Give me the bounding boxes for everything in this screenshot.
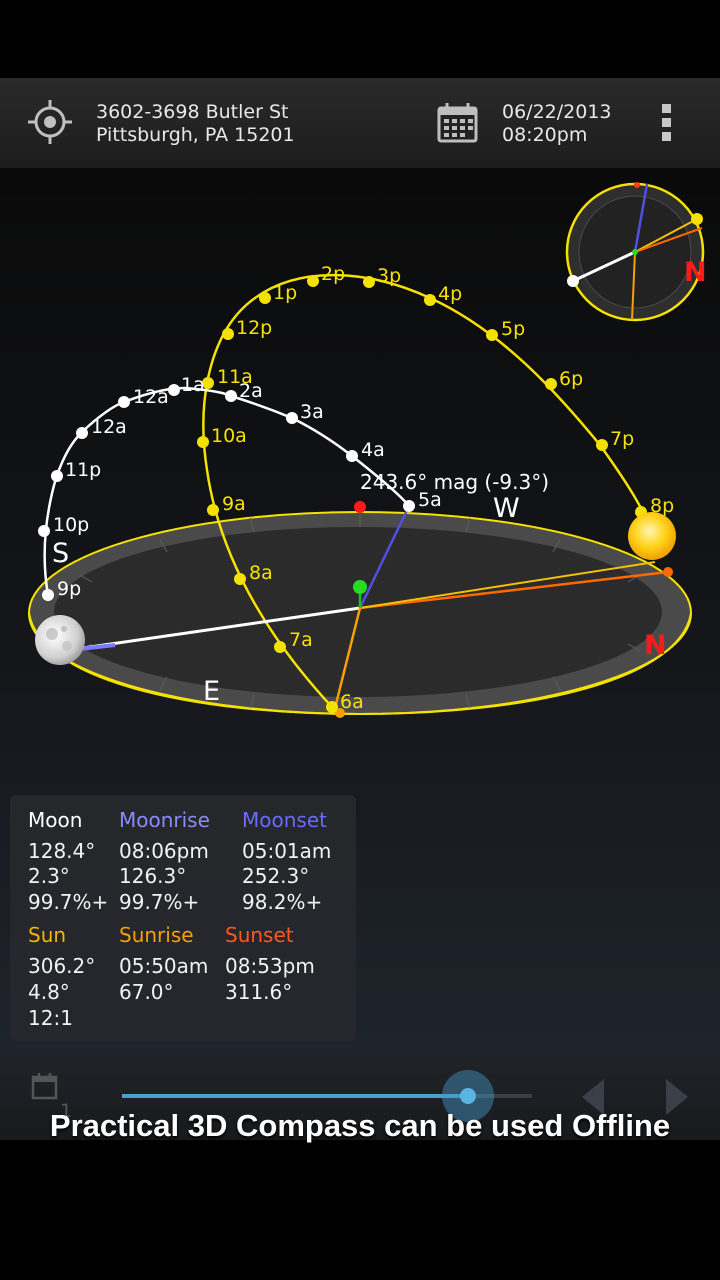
moonrise-header: Moonrise — [119, 808, 210, 832]
sun-label-2p: 2p — [321, 263, 345, 285]
info-panel: Moon Moonrise Moonset 128.4° 2.3° 99.7%+… — [10, 795, 356, 1041]
location-bar: 3602-3698 Butler St Pittsburgh, PA 15201… — [0, 78, 720, 168]
sun-label-6p: 6p — [559, 368, 583, 390]
sun-altitude: 4.8° — [28, 980, 70, 1004]
step-calendar-icon[interactable] — [30, 1072, 60, 1102]
moon-icon[interactable] — [35, 615, 85, 665]
sunset-header: Sunset — [225, 923, 294, 947]
sun-label-3p: 3p — [377, 265, 401, 287]
moon-label-12a: 12a — [91, 416, 127, 438]
moon-altitude: 2.3° — [28, 864, 70, 888]
time-label[interactable]: 08:20pm — [502, 124, 587, 147]
mini-compass[interactable]: N — [565, 182, 707, 322]
moon-label-2a: 2a — [239, 380, 263, 402]
address-line-1[interactable]: 3602-3698 Butler St — [96, 101, 288, 124]
sun-label-10a: 10a — [211, 425, 247, 447]
moonrise-azimuth: 126.3° — [119, 864, 187, 888]
mini-compass-north: N — [684, 257, 707, 288]
sunrise-time: 05:50am — [119, 954, 209, 978]
moon-label-10p: 10p — [53, 514, 89, 536]
date-label[interactable]: 06/22/2013 — [502, 101, 612, 124]
sun-icon[interactable] — [628, 512, 676, 560]
moon-label-12a-2: 12a — [133, 386, 169, 408]
moon-label-3a: 3a — [300, 401, 324, 423]
overflow-menu-icon[interactable] — [658, 102, 676, 144]
moon-label-1a: 1a — [181, 374, 205, 396]
sun-label-1p: 1p — [273, 282, 297, 304]
sunrise-header: Sunrise — [119, 923, 194, 947]
direction-north: N — [644, 630, 667, 661]
moonset-header: Moonset — [242, 808, 327, 832]
sun-label-9a: 9a — [222, 493, 246, 515]
time-slider-fill — [122, 1094, 469, 1098]
sunrise-azimuth: 67.0° — [119, 980, 174, 1004]
moon-label-4a: 4a — [361, 439, 385, 461]
sun-label-7p: 7p — [610, 428, 634, 450]
time-slider[interactable] — [122, 1070, 532, 1122]
sun-label-5p: 5p — [501, 318, 525, 340]
moon-label-11p: 11p — [65, 459, 101, 481]
direction-south: S — [52, 538, 69, 569]
sun-azimuth: 306.2° — [28, 954, 96, 978]
sun-label-7a: 7a — [289, 629, 313, 651]
sunset-azimuth: 311.6° — [225, 980, 293, 1004]
calendar-icon[interactable] — [437, 102, 479, 144]
moonset-illumination: 98.2%+ — [242, 890, 323, 914]
moonset-azimuth: 252.3° — [242, 864, 310, 888]
moon-readout: 243.6° mag (-9.3°) — [360, 470, 549, 494]
moon-header: Moon — [28, 808, 83, 832]
observer-marker — [353, 580, 367, 594]
sun-label-4p: 4p — [438, 283, 462, 305]
moon-label-9p: 9p — [57, 578, 81, 600]
direction-east: E — [203, 676, 220, 707]
sun-header: Sun — [28, 923, 67, 947]
moon-azimuth: 128.4° — [28, 839, 96, 863]
promo-caption: Practical 3D Compass can be used Offline — [49, 1108, 671, 1143]
sun-label-8a: 8a — [249, 562, 273, 584]
sun-label-12p: 12p — [236, 317, 272, 339]
moonrise-illumination: 99.7%+ — [119, 890, 200, 914]
moon-azimuth-marker — [354, 501, 366, 513]
moonset-time: 05:01am — [242, 839, 332, 863]
sun-label-6a: 6a — [340, 691, 364, 713]
direction-west: W — [493, 493, 520, 524]
address-line-2[interactable]: Pittsburgh, PA 15201 — [96, 124, 295, 147]
moonrise-time: 08:06pm — [119, 839, 209, 863]
moon-illumination: 99.7%+ — [28, 890, 109, 914]
sun-shadow-ratio: 12:1 — [28, 1006, 73, 1030]
locate-icon[interactable] — [27, 99, 73, 145]
sunset-time: 08:53pm — [225, 954, 315, 978]
